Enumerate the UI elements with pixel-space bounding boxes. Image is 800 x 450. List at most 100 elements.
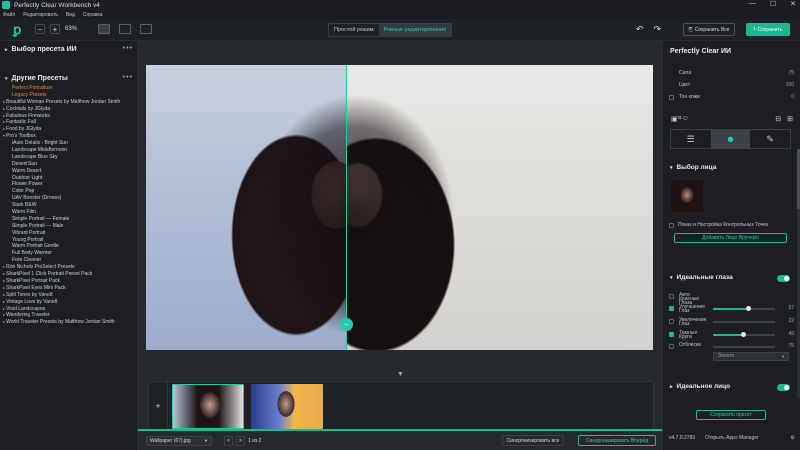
preset-item[interactable]: Warm Film	[3, 209, 136, 216]
menu-view[interactable]: Вид	[66, 12, 75, 18]
eye-row-checkbox[interactable]	[669, 332, 674, 337]
preset-item[interactable]: Vibrant Portrait	[3, 230, 136, 237]
preset-item[interactable]: Landscape Midafternoon	[3, 147, 136, 154]
preset-item[interactable]: Outdoor Light	[3, 175, 136, 182]
apps-manager-link[interactable]: Открыть Apps Manager	[705, 435, 759, 441]
skin-tone-checkbox[interactable]	[669, 95, 674, 100]
preset-item[interactable]: Ron Nichols ProSelect Presets	[3, 264, 136, 271]
save-all-button[interactable]: ⎘ Сохранить Все	[683, 23, 735, 36]
preset-item[interactable]: Stark B&W	[3, 202, 136, 209]
photo-preview[interactable]: ⇔ wdevall.ru	[146, 65, 653, 350]
preset-item[interactable]: Young Portrait	[3, 237, 136, 244]
eye-row-slider[interactable]	[713, 306, 775, 311]
file-select[interactable]: Wallpaper (67).jpg ▼	[146, 436, 212, 446]
maximize-button[interactable]: ☐	[770, 0, 776, 8]
ai-preset-section-header[interactable]: ▸ Выбор пресета ИИ	[5, 46, 77, 53]
slider-knob[interactable]	[745, 306, 751, 311]
minimize-button[interactable]: —	[749, 0, 756, 8]
face-selection-header[interactable]: ▾ Выбор лица	[670, 164, 716, 171]
preset-item[interactable]: Wandering Traveler	[3, 312, 136, 319]
add-face-manually-button[interactable]: Добавить Лицо Вручную	[674, 233, 787, 243]
face-icon[interactable]: ☺	[682, 115, 689, 123]
tab-face-icon[interactable]: ☻	[710, 130, 751, 148]
ai-preset-menu-icon[interactable]: •••	[123, 45, 133, 52]
preset-item[interactable]: Simple Portrait — Female	[3, 216, 136, 223]
preset-item[interactable]: Perfect Portraiture	[3, 85, 136, 92]
mode-simple-button[interactable]: Простой режим	[329, 24, 379, 36]
preset-item[interactable]: SharkPixel Eyes Mini Pack	[3, 285, 136, 292]
preset-item[interactable]: Fore Cleaner	[3, 257, 136, 264]
save-preset-button[interactable]: Сохранить пресет	[696, 410, 766, 420]
undo-icon[interactable]: ↶	[636, 24, 644, 35]
preset-item[interactable]: Fabulous Fireworks	[3, 113, 136, 120]
save-button[interactable]: ⭳ Сохранить	[746, 23, 790, 36]
prev-page-button[interactable]: <	[224, 436, 233, 446]
zoom-in-button[interactable]: +	[50, 24, 60, 34]
preset-item[interactable]: Pro's Toolbox	[3, 133, 136, 140]
sync-all-button[interactable]: Синхронизировать все	[502, 435, 564, 446]
zoom-out-button[interactable]: −	[35, 24, 45, 34]
close-button[interactable]: ✕	[790, 0, 796, 8]
split-view-icon[interactable]	[140, 24, 152, 34]
single-view-icon[interactable]	[98, 24, 110, 34]
glare-select[interactable]: Золото ▼	[713, 352, 789, 361]
preset-item[interactable]: Legacy Presets	[3, 92, 136, 99]
preset-item[interactable]: Cocktails by JGlyda	[3, 106, 136, 113]
thumbnail-2[interactable]	[251, 384, 323, 429]
preset-item[interactable]: Full Body Warmer	[3, 250, 136, 257]
compare-icon[interactable]: ⊟	[775, 115, 781, 123]
tab-adjustments-icon[interactable]: ☰	[671, 130, 711, 148]
eye-row-slider[interactable]	[713, 321, 775, 323]
settings-icon[interactable]: ⚙	[791, 435, 795, 441]
preset-item[interactable]: iAuto Details - Bright Sun	[3, 140, 136, 147]
eye-row-checkbox[interactable]	[669, 294, 674, 299]
preset-item[interactable]: Food by JGlyda	[3, 126, 136, 133]
menu-file[interactable]: Файл	[3, 12, 15, 18]
split-line[interactable]	[346, 65, 347, 350]
tab-effects-icon[interactable]: ✎	[750, 130, 790, 148]
image-icon[interactable]: ▣	[671, 115, 678, 123]
eye-row-checkbox[interactable]	[669, 344, 674, 349]
preset-item[interactable]: Simple Portrait — Male	[3, 223, 136, 230]
preset-item[interactable]: World Traveler Presets by Matthew Jordan…	[3, 319, 136, 326]
preset-item[interactable]: UAV Booster (Drones)	[3, 195, 136, 202]
perfect-face-header[interactable]: ▸ Идеальное лицо	[670, 383, 730, 390]
perfect-eyes-toggle[interactable]	[777, 275, 790, 282]
show-control-points-checkbox[interactable]	[669, 222, 674, 228]
next-page-button[interactable]: >	[236, 436, 245, 446]
layout-icon[interactable]: ⊞	[787, 115, 793, 123]
other-presets-section-header[interactable]: ▾ Другие Пресеты	[5, 75, 68, 82]
perfect-face-toggle[interactable]	[777, 384, 790, 391]
sync-next-button[interactable]: Синхронизировать Вперёд	[578, 435, 656, 446]
preset-item[interactable]: Color Pop	[3, 188, 136, 195]
eye-row-checkbox[interactable]	[669, 306, 674, 311]
preset-item[interactable]: Split Tones by Vane8	[3, 292, 136, 299]
preset-item[interactable]: Warm Portrait Gentle	[3, 243, 136, 250]
preset-item[interactable]: Desert Sun	[3, 161, 136, 168]
preset-item[interactable]: Warm Desert	[3, 168, 136, 175]
eye-row-slider[interactable]	[713, 332, 775, 337]
preset-item[interactable]: Vintage Love by Vane8	[3, 299, 136, 306]
preset-item[interactable]: Fantastic Fall	[3, 119, 136, 126]
filmstrip-toggle-icon[interactable]: ▼	[397, 371, 404, 378]
perfect-eyes-header[interactable]: ▾ Идеальные глаза	[670, 274, 733, 281]
menu-edit[interactable]: Редактировать	[23, 12, 58, 18]
preset-item[interactable]: Beautiful Woman Presets by Matthew Jorda…	[3, 99, 136, 106]
split-handle-icon[interactable]: ⇔	[340, 318, 353, 331]
mode-quick-button[interactable]: Ровные редактирования	[378, 24, 451, 36]
add-image-button[interactable]: +	[149, 382, 168, 430]
preset-item[interactable]: Landscape Blue Sky	[3, 154, 136, 161]
thumbnail-1[interactable]	[172, 384, 244, 429]
side-by-side-view-icon[interactable]	[119, 24, 131, 34]
eye-row-slider[interactable]	[713, 346, 775, 348]
slider-knob[interactable]	[740, 332, 746, 337]
menu-help[interactable]: Справка	[83, 12, 103, 18]
other-presets-menu-icon[interactable]: •••	[123, 74, 133, 81]
preset-item[interactable]: SharkPixel Portrait Pack	[3, 278, 136, 285]
detected-face-thumbnail[interactable]	[671, 180, 703, 212]
eye-row-checkbox[interactable]	[669, 319, 674, 324]
preset-item[interactable]: Flower Power	[3, 181, 136, 188]
redo-icon[interactable]: ↷	[654, 24, 662, 35]
preset-item[interactable]: Vivid Landscapes	[3, 306, 136, 313]
preset-item[interactable]: SharkPixel 1 Click Portrait Preset Pack	[3, 271, 136, 278]
